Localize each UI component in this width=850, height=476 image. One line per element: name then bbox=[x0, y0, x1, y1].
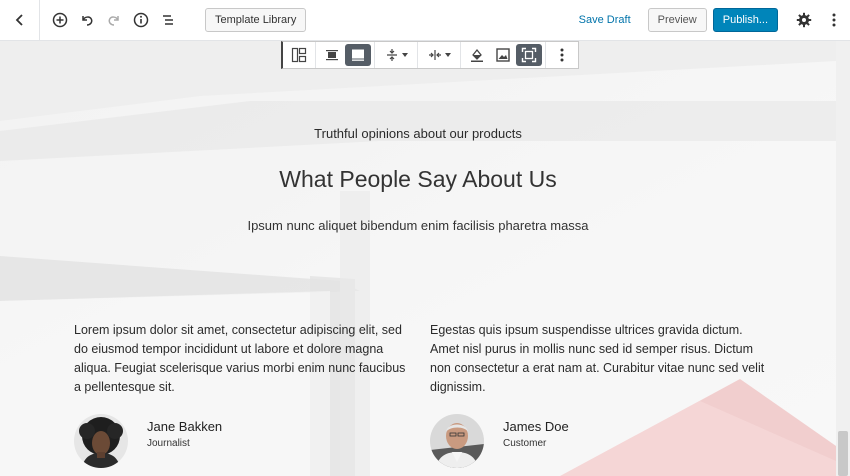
align-center-icon[interactable] bbox=[319, 44, 345, 66]
redo-icon[interactable] bbox=[101, 7, 127, 33]
section-subheading: Ipsum nunc aliquet bibendum enim facilis… bbox=[247, 218, 589, 233]
section-heading: What People Say About Us bbox=[279, 166, 557, 192]
author-name: Jane Bakken bbox=[147, 419, 223, 434]
align-wide-icon[interactable] bbox=[345, 44, 371, 66]
back-button[interactable] bbox=[0, 0, 40, 41]
avatar bbox=[74, 414, 128, 468]
gear-icon[interactable] bbox=[791, 7, 817, 33]
scrollbar[interactable] bbox=[836, 41, 850, 476]
save-draft-link[interactable]: Save Draft bbox=[579, 14, 631, 26]
editor-canvas[interactable]: Truthful opinions about our products Wha… bbox=[0, 41, 836, 476]
editor-top-bar: Template Library Save Draft Preview Publ… bbox=[0, 0, 850, 41]
publish-button[interactable]: Publish... bbox=[712, 8, 778, 32]
layout-switch-icon[interactable] bbox=[286, 44, 312, 66]
add-block-icon[interactable] bbox=[47, 7, 73, 33]
horizontal-align-icon[interactable] bbox=[421, 44, 457, 66]
author-role: Journalist bbox=[147, 438, 190, 449]
fill-color-icon[interactable] bbox=[464, 44, 490, 66]
preview-button[interactable]: Preview bbox=[647, 8, 707, 32]
vertical-align-icon[interactable] bbox=[378, 44, 414, 66]
section-eyebrow: Truthful opinions about our products bbox=[314, 126, 522, 141]
template-library-button[interactable]: Template Library bbox=[205, 8, 307, 32]
testimonial-author: James Doe Customer bbox=[430, 414, 569, 468]
avatar bbox=[430, 414, 484, 468]
testimonial-card: Egestas quis ipsum suspendisse ultrices … bbox=[430, 321, 770, 468]
more-vertical-icon[interactable] bbox=[821, 7, 847, 33]
author-name: James Doe bbox=[503, 419, 569, 434]
testimonial-quote: Egestas quis ipsum suspendisse ultrices … bbox=[430, 323, 765, 394]
info-icon[interactable] bbox=[128, 7, 154, 33]
author-role: Customer bbox=[503, 438, 547, 449]
scrollbar-thumb[interactable] bbox=[838, 431, 848, 476]
background-image bbox=[0, 41, 836, 476]
testimonial-card: Lorem ipsum dolor sit amet, consectetur … bbox=[74, 321, 414, 468]
media-icon[interactable] bbox=[490, 44, 516, 66]
fullscreen-icon[interactable] bbox=[516, 44, 542, 66]
block-toolbar bbox=[281, 41, 579, 69]
testimonial-quote: Lorem ipsum dolor sit amet, consectetur … bbox=[74, 323, 406, 394]
undo-icon[interactable] bbox=[74, 7, 100, 33]
testimonial-author: Jane Bakken Journalist bbox=[74, 414, 222, 468]
more-vertical-icon[interactable] bbox=[549, 44, 575, 66]
outline-list-icon[interactable] bbox=[155, 7, 181, 33]
arrow-left-icon bbox=[7, 7, 33, 33]
